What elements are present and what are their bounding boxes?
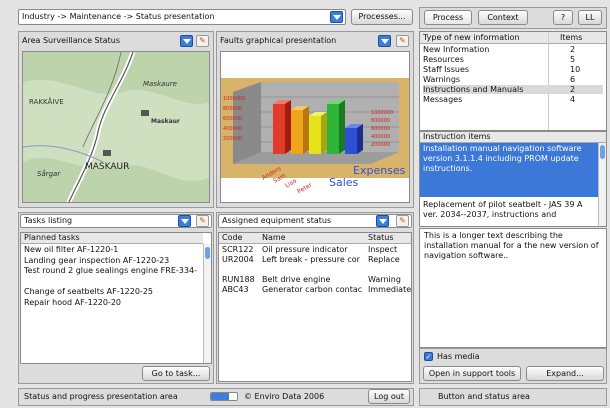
extra-button[interactable]: LL xyxy=(578,10,602,25)
tasks-title: Tasks listing xyxy=(24,216,73,225)
instruction-scrollbar[interactable] xyxy=(598,143,606,226)
task-item[interactable]: Test round 2 glue sealings engine FRE-33… xyxy=(24,266,200,275)
info-type-count: 5 xyxy=(570,55,576,64)
info-type-count: 4 xyxy=(570,95,576,104)
equipment-name[interactable]: Generator carbon contac xyxy=(262,285,366,294)
expand-button[interactable]: Expand... xyxy=(526,366,604,381)
map-label: Maskaure xyxy=(143,80,177,88)
instruction-item[interactable]: Replacement of pilot seatbelt - JAS 39 A… xyxy=(420,199,598,225)
tasks-scrollbar[interactable] xyxy=(203,244,211,363)
logout-button[interactable]: Log out xyxy=(368,389,410,404)
task-item[interactable]: Landing gear inspection AF-1220-23 xyxy=(24,256,200,265)
equipment-code[interactable]: RUN188 xyxy=(222,275,255,284)
edit-icon[interactable]: ✎ xyxy=(396,35,409,47)
instruction-item-selected[interactable]: Installation manual navigation software … xyxy=(420,143,598,197)
go-to-task-button[interactable]: Go to task... xyxy=(142,366,210,381)
info-type-count: 6 xyxy=(570,75,576,84)
svg-text:800000: 800000 xyxy=(223,106,242,112)
equipment-code[interactable]: ABC43 xyxy=(222,285,249,294)
faults-chart[interactable]: 1000000 800000 600000 400000 200000 1000000 8… xyxy=(220,51,410,203)
svg-text:400000: 400000 xyxy=(371,134,390,140)
equipment-name[interactable]: Belt drive engine xyxy=(262,275,366,284)
info-type-label[interactable]: Resources xyxy=(423,55,464,64)
area-panel-title: Area Surveillance Status xyxy=(22,36,121,45)
progress-bar xyxy=(210,392,238,401)
faults-panel-title: Faults graphical presentation xyxy=(220,36,337,45)
info-type-count: 2 xyxy=(570,45,576,54)
instruction-items-title: Instruction items xyxy=(423,132,491,141)
info-type-label[interactable]: New Information xyxy=(423,45,489,54)
equipment-status[interactable]: Immediate xyxy=(368,285,411,294)
task-item[interactable]: Change of seatbelts AF-1220-25 xyxy=(24,287,200,296)
button-area-label: Button and status area xyxy=(438,392,530,401)
instruction-detail: This is a longer text describing the ins… xyxy=(419,228,607,348)
chevron-down-icon[interactable] xyxy=(378,35,391,47)
equipment-name[interactable]: Oil pressure indicator xyxy=(262,245,366,254)
col-name-header[interactable]: Name xyxy=(262,233,286,242)
info-type-label[interactable]: Warnings xyxy=(423,75,460,84)
svg-text:600000: 600000 xyxy=(371,126,390,132)
equipment-status[interactable]: Replace xyxy=(368,255,400,264)
open-support-tools-button[interactable]: Open in support tools xyxy=(423,366,521,381)
instruction-item-text: Installation manual navigation software … xyxy=(423,144,582,173)
edit-icon[interactable]: ✎ xyxy=(196,35,209,47)
task-item[interactable]: New oil filter AF-1220-1 xyxy=(24,245,200,254)
breadcrumb: Industry -> Maintenance -> Status presen… xyxy=(22,12,215,21)
svg-text:1000000: 1000000 xyxy=(223,96,245,102)
map-label: RAKKÅIVE xyxy=(29,98,64,106)
edit-icon[interactable]: ✎ xyxy=(196,215,209,227)
map-label: Maskaur xyxy=(151,118,180,125)
equipment-name[interactable]: Left break - pressure cor xyxy=(262,255,366,264)
info-type-label[interactable]: Instructions and Manuals xyxy=(423,85,603,94)
info-type-count: 2 xyxy=(570,85,576,94)
chevron-down-icon[interactable] xyxy=(180,35,193,47)
task-item[interactable]: Repair hood AF-1220-20 xyxy=(24,298,200,307)
col-items-header[interactable]: Items xyxy=(560,33,582,42)
svg-text:400000: 400000 xyxy=(223,126,242,132)
breadcrumb-select[interactable]: Industry -> Maintenance -> Status presen… xyxy=(18,9,346,25)
instruction-detail-text: This is a longer text describing the ins… xyxy=(424,231,599,260)
col-divider xyxy=(548,32,549,130)
tab-context[interactable]: Context xyxy=(478,10,528,25)
status-area-label: Status and progress presentation area xyxy=(24,392,178,401)
tasks-header-label: Planned tasks xyxy=(24,233,80,242)
info-type-label[interactable]: Messages xyxy=(423,95,462,104)
chevron-down-icon[interactable] xyxy=(178,215,191,227)
has-media-checkbox[interactable]: ✓ xyxy=(424,352,433,361)
instruction-item-text: Replacement of pilot seatbelt - JAS 39 A… xyxy=(423,200,583,219)
copyright-label: © Enviro Data 2006 xyxy=(244,392,325,401)
edit-icon[interactable]: ✎ xyxy=(396,215,409,227)
tab-process[interactable]: Process xyxy=(424,10,472,25)
processes-button[interactable]: Processes... xyxy=(351,9,413,25)
chart-label-expenses: Expenses xyxy=(353,164,406,177)
col-status-header[interactable]: Status xyxy=(368,233,394,242)
equipment-code[interactable]: UR2004 xyxy=(222,255,254,264)
chevron-down-icon[interactable] xyxy=(376,215,389,227)
col-code-header[interactable]: Code xyxy=(222,233,242,242)
svg-text:200000: 200000 xyxy=(223,136,242,142)
chevron-down-icon[interactable] xyxy=(330,11,343,23)
equipment-status[interactable]: Warning xyxy=(368,275,401,284)
svg-text:600000: 600000 xyxy=(223,116,242,122)
map-label: MASKAUR xyxy=(85,162,130,172)
equipment-title: Assigned equipment status xyxy=(222,216,332,225)
svg-text:200000: 200000 xyxy=(371,142,390,148)
help-button[interactable]: ? xyxy=(553,10,573,25)
svg-text:800000: 800000 xyxy=(371,118,390,124)
faults-3d-chart: 1000000 800000 600000 400000 200000 1000000 8… xyxy=(221,78,409,178)
chart-label-sales: Sales xyxy=(329,176,359,189)
col-type-header[interactable]: Type of new information xyxy=(423,33,519,42)
info-type-count: 10 xyxy=(570,65,581,74)
map-label: Sårgar xyxy=(37,170,61,178)
has-media-label: Has media xyxy=(437,352,480,361)
info-type-label[interactable]: Staff Issues xyxy=(423,65,469,74)
area-map[interactable]: Maskaure RAKKÅIVE Maskaur MASKAUR Sårgar xyxy=(22,51,210,203)
equipment-code[interactable]: SCR122 xyxy=(222,245,254,254)
svg-text:1000000: 1000000 xyxy=(371,110,393,116)
equipment-status[interactable]: Inspect xyxy=(368,245,397,254)
map-graphic xyxy=(23,52,209,202)
